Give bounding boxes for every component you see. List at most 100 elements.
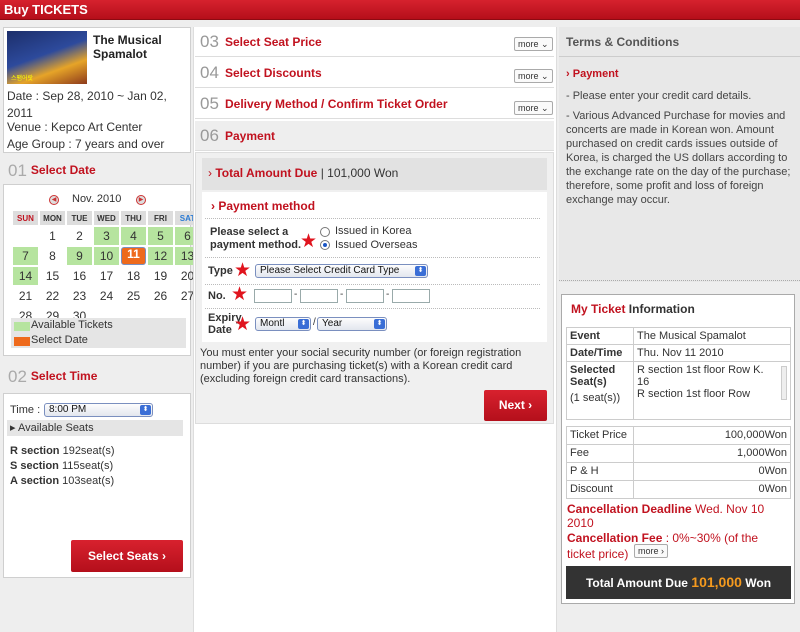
calendar-day: 15 — [45, 269, 60, 283]
seat-section: A section 103seat(s) — [10, 475, 115, 487]
seat-section-list: R section 192seat(s) S section 115seat(s)… — [10, 444, 115, 489]
calendar-day: 2 — [76, 229, 83, 243]
expiry-year-select[interactable]: Year ⬍ — [317, 317, 387, 331]
show-title: The Musical Spamalot — [93, 33, 162, 61]
calendar-day[interactable]: 11 — [121, 247, 146, 265]
calendar-day[interactable]: 9 — [67, 247, 92, 265]
prev-month-icon[interactable]: ◀ — [49, 195, 59, 205]
legend-selected: Select Date — [31, 334, 88, 346]
expiry-month-select[interactable]: Montl ⬍ — [255, 317, 311, 331]
payment-method-title: › Payment method — [211, 199, 316, 213]
calendar-empty — [13, 227, 38, 245]
calendar-day[interactable]: 14 — [13, 267, 38, 285]
available-seats-bar: ▸ Available Seats — [7, 420, 183, 436]
radio-korea-label: Issued in Korea — [335, 225, 412, 237]
calendar-day: 25 — [126, 289, 141, 303]
next-button[interactable]: Next › — [484, 390, 547, 421]
calendar-day: 16 — [72, 269, 87, 283]
calendar-day: 18 — [126, 269, 141, 283]
select-arrows-icon: ⬍ — [374, 319, 385, 329]
terms-line-2: - Various Advanced Purchase for movies a… — [566, 110, 791, 206]
calendar-day: 8 — [49, 249, 56, 263]
step-discounts[interactable]: 04 Select Discounts — [195, 58, 554, 88]
calendar-day[interactable]: 4 — [121, 227, 146, 245]
terms-title: Terms & Conditions — [566, 35, 680, 49]
cancel-deadline: Cancellation Deadline Wed. Nov 10 2010 — [567, 502, 765, 530]
step-payment: 06 Payment — [195, 121, 554, 151]
required-star-icon: ★ — [300, 231, 318, 252]
seat-scrollbar[interactable] — [781, 366, 787, 400]
seat-section: R section 192seat(s) — [10, 445, 115, 457]
select-time-heading: 02 Select Time — [8, 367, 98, 386]
show-age: Age Group : 7 years and over — [7, 137, 165, 151]
ticket-total-bar: Total Amount Due 101,000 Won — [566, 566, 791, 599]
time-select[interactable]: 8:00 PM ⬍ — [44, 403, 153, 417]
show-date: Date : Sep 28, 2010 ~ Jan 02, 2011 — [7, 89, 167, 120]
seat-value: R section 1st floor Row K. 16 R section 1… — [637, 364, 764, 400]
seat-key: Selected Seat(s) — [570, 364, 616, 388]
more-button[interactable]: more ⌄ — [514, 37, 553, 51]
type-label: Type — [208, 265, 233, 277]
price-key: Fee — [566, 444, 634, 463]
calendar-day: 26 — [153, 289, 168, 303]
card-number-4[interactable] — [392, 289, 430, 303]
page-header: Buy TICKETS — [0, 0, 800, 20]
my-ticket-title: My Ticket Information — [571, 302, 695, 316]
cancel-fee: Cancellation Fee : 0%~30% (of the ticket… — [567, 531, 759, 561]
calendar-day[interactable]: 7 — [13, 247, 38, 265]
seat-section: S section 115seat(s) — [10, 460, 114, 472]
calendar-grid: SUN MON TUE WED THU FRI SAT 1 2 3 4 5 6 7 8 9 10 11 12 13 14… — [11, 209, 202, 327]
event-value: The Musical Spamalot — [633, 327, 791, 345]
calendar-legend: Available Tickets Select Date — [11, 318, 186, 348]
time-label: Time : — [10, 404, 41, 416]
ticket-table: Event The Musical Spamalot Date/Time Thu. … — [566, 327, 791, 420]
calendar-day: 23 — [72, 289, 87, 303]
weekday-header: FRI — [148, 211, 173, 225]
more-button[interactable]: more ⌄ — [514, 101, 553, 115]
show-poster: 스팸어랏 — [7, 31, 87, 84]
radio-overseas-label: Issued Overseas — [335, 239, 418, 251]
page-title: Buy TICKETS — [4, 2, 88, 17]
price-table: Ticket Price 100,000Won Fee 1,000Won P & H 0W… — [566, 426, 791, 499]
price-value: 0Won — [633, 480, 791, 499]
required-star-icon: ★ — [234, 314, 252, 335]
select-arrows-icon: ⬍ — [140, 405, 151, 415]
weekday-header: MON — [40, 211, 65, 225]
total-due-bar: › Total Amount Due | 101,000 Won — [202, 158, 547, 190]
card-type-select[interactable]: Please Select Credit Card Type ⬍ — [255, 264, 428, 278]
step-delivery[interactable]: 05 Delivery Method / Confirm Ticket Order — [195, 89, 554, 119]
calendar-day: 24 — [99, 289, 114, 303]
event-key: Event — [566, 327, 634, 345]
select-date-heading: 01 Select Date — [8, 161, 96, 180]
radio-issued-overseas[interactable] — [320, 240, 330, 250]
calendar-day[interactable]: 5 — [148, 227, 173, 245]
required-star-icon: ★ — [231, 284, 249, 305]
terms-line-1: - Please enter your credit card details. — [566, 90, 752, 102]
calendar-day[interactable]: 10 — [94, 247, 119, 265]
card-number-label: No. — [208, 290, 226, 302]
calendar-day: 1 — [49, 229, 56, 243]
ssn-note: You must enter your social security numb… — [200, 347, 522, 385]
available-swatch — [14, 322, 30, 331]
datetime-value: Thu. Nov 11 2010 — [633, 344, 791, 362]
next-month-icon[interactable]: ▶ — [136, 195, 146, 205]
cancel-more-button[interactable]: more › — [634, 544, 669, 558]
calendar-day: 21 — [18, 289, 33, 303]
calendar-day[interactable]: 3 — [94, 227, 119, 245]
weekday-header: SUN — [13, 211, 38, 225]
required-star-icon: ★ — [234, 260, 252, 281]
price-value: 100,000Won — [633, 426, 791, 445]
card-number-3[interactable] — [346, 289, 384, 303]
select-seats-button[interactable]: Select Seats › — [71, 540, 183, 572]
calendar-day: 17 — [99, 269, 114, 283]
select-arrows-icon: ⬍ — [298, 319, 309, 329]
calendar-day[interactable]: 12 — [148, 247, 173, 265]
seat-count: (1 seat(s)) — [570, 392, 621, 404]
radio-issued-korea[interactable] — [320, 227, 330, 237]
step-seat-price[interactable]: 03 Select Seat Price — [195, 27, 554, 57]
more-button[interactable]: more ⌄ — [514, 69, 553, 83]
card-number-2[interactable] — [300, 289, 338, 303]
card-number-1[interactable] — [254, 289, 292, 303]
show-venue: Venue : Kepco Art Center — [7, 120, 143, 134]
price-key: Ticket Price — [566, 426, 634, 445]
